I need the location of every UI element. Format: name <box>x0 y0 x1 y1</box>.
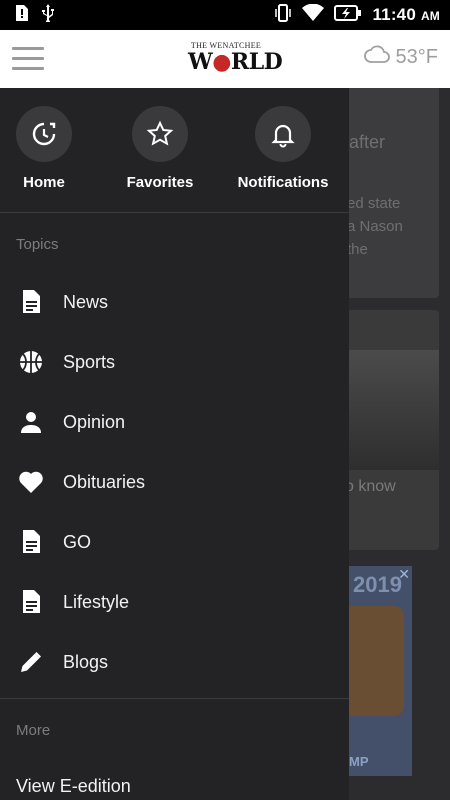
more-heading: More <box>16 722 51 739</box>
document-icon <box>16 587 46 617</box>
menu-item-label: News <box>63 291 109 312</box>
person-icon <box>16 407 46 437</box>
globe-icon: ● <box>212 49 231 75</box>
wifi-icon <box>302 3 325 27</box>
menu-item-label: Obituaries <box>63 471 146 492</box>
menu-item-label: Blogs <box>63 651 109 672</box>
menu-item-news[interactable]: News <box>0 272 349 332</box>
menu-item-label: GO <box>63 531 92 552</box>
cloud-icon <box>363 45 390 69</box>
background-feed: after ed state a Nason the o know 2019 ✕ M… <box>349 88 450 800</box>
menu-item-opinion[interactable]: Opinion <box>0 392 349 452</box>
article-snippet: ed state a Nason the <box>349 195 403 258</box>
ad-close-icon: ✕ <box>398 566 410 582</box>
topics-heading: Topics <box>16 236 59 253</box>
notifications-label: Notifications <box>237 174 329 191</box>
menu-item-label: Sports <box>63 351 116 372</box>
home-button[interactable]: Home <box>0 106 104 191</box>
navigation-drawer: Home Favorites Notifications Topics News… <box>0 88 349 800</box>
status-time: 11:40 AM <box>372 5 440 24</box>
menu-item-obituaries[interactable]: Obituaries <box>0 452 349 512</box>
article-image <box>349 350 439 470</box>
notification-alert-icon <box>14 4 28 26</box>
star-icon <box>132 106 188 162</box>
document-icon <box>16 287 46 317</box>
status-bar: 11:40 AM <box>0 0 450 30</box>
bell-icon <box>255 106 311 162</box>
quick-actions: Home Favorites Notifications <box>0 88 349 213</box>
article-title: after <box>349 132 386 152</box>
menu-item-label: Opinion <box>63 411 126 432</box>
menu-item-go[interactable]: GO <box>0 512 349 572</box>
app-logo[interactable]: THE WENATCHEE W●RLD <box>188 41 283 77</box>
menu-item-label: Lifestyle <box>63 591 130 612</box>
usb-icon <box>42 3 54 27</box>
document-icon <box>16 527 46 557</box>
battery-icon <box>334 4 362 26</box>
ad-label: MP <box>349 754 369 769</box>
weather-widget[interactable]: 53°F <box>363 45 438 69</box>
article-card-image: o know <box>349 310 439 550</box>
notifications-button[interactable]: Notifications <box>223 106 343 191</box>
basketball-icon <box>16 347 46 377</box>
ad-text: 2019 <box>353 572 402 597</box>
hamburger-menu-icon[interactable] <box>12 47 44 71</box>
view-eedition-link[interactable]: View E-edition <box>16 776 131 797</box>
home-refresh-icon <box>16 106 72 162</box>
temperature: 53°F <box>395 45 438 68</box>
favorites-label: Favorites <box>126 174 194 191</box>
home-label: Home <box>23 174 65 191</box>
favorites-button[interactable]: Favorites <box>100 106 220 191</box>
ad-image <box>349 606 404 716</box>
menu-item-blogs[interactable]: Blogs <box>0 632 349 692</box>
menu-item-lifestyle[interactable]: Lifestyle <box>0 572 349 632</box>
vibrate-icon <box>274 3 292 27</box>
menu-item-sports[interactable]: Sports <box>0 332 349 392</box>
article-title: o know <box>349 478 396 495</box>
article-card: after ed state a Nason the <box>349 88 439 298</box>
app-header: THE WENATCHEE W●RLD 53°F <box>0 30 450 89</box>
advertisement: 2019 ✕ MP <box>349 566 412 776</box>
heart-icon <box>16 467 46 497</box>
pencil-icon <box>16 647 46 677</box>
divider <box>0 698 349 699</box>
